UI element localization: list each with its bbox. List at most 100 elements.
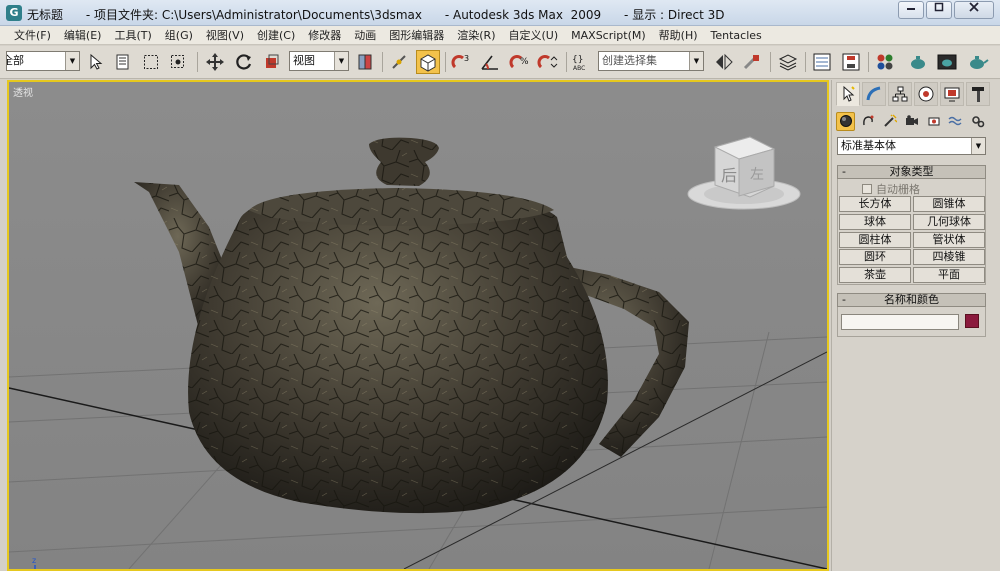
app-icon: G xyxy=(6,5,22,21)
layer-manager-button[interactable] xyxy=(776,50,800,74)
menu-tentacles[interactable]: Tentacles xyxy=(711,29,762,42)
angle-snap-icon xyxy=(481,55,498,70)
restore-button[interactable] xyxy=(926,1,952,19)
dropdown-arrow-icon: ▼ xyxy=(334,52,348,70)
command-panel: 标准基本体 ▼ - 对象类型 自动栅格 长方体 圆锥体 球体 几何球体 圆柱体 … xyxy=(831,80,1000,571)
select-and-rotate-button[interactable] xyxy=(232,50,256,74)
toolbar-separator xyxy=(382,52,383,72)
toolbar-separator xyxy=(445,52,446,72)
reference-coordinate-value: 视图 xyxy=(293,54,315,67)
menu-views[interactable]: 视图(V) xyxy=(206,27,244,43)
menu-help[interactable]: 帮助(H) xyxy=(659,27,698,43)
toolbar-separator xyxy=(770,52,771,72)
shapes-category-button[interactable] xyxy=(858,112,877,131)
tab-create[interactable] xyxy=(836,82,860,106)
light-icon xyxy=(883,114,897,127)
menu-tools[interactable]: 工具(T) xyxy=(114,27,151,43)
name-color-rollout-header[interactable]: - 名称和颜色 xyxy=(837,293,986,307)
spinner-snap-button[interactable] xyxy=(536,50,560,74)
systems-category-button[interactable] xyxy=(968,112,987,131)
material-editor-icon xyxy=(877,54,893,70)
tab-modify[interactable] xyxy=(862,82,886,106)
torus-button[interactable]: 圆环 xyxy=(839,249,911,265)
cylinder-button[interactable]: 圆柱体 xyxy=(839,232,911,248)
main-toolbar: 全部 ▼ 视图 ▼ 3 % xyxy=(0,46,1000,79)
dropdown-arrow-icon: ▼ xyxy=(971,138,985,154)
menu-graph-editors[interactable]: 图形编辑器 xyxy=(389,27,444,43)
close-button[interactable] xyxy=(954,1,994,19)
schematic-view-button[interactable] xyxy=(839,50,863,74)
rectangular-selection-button[interactable] xyxy=(139,50,163,74)
align-button[interactable] xyxy=(740,50,764,74)
viewcube-back-label: 后 xyxy=(721,166,737,185)
menu-customize[interactable]: 自定义(U) xyxy=(509,27,559,43)
select-object-button[interactable] xyxy=(84,50,108,74)
modify-bend-icon xyxy=(866,86,881,101)
sphere-button[interactable]: 球体 xyxy=(839,214,911,230)
curve-editor-button[interactable] xyxy=(810,50,834,74)
pivot-point-button[interactable] xyxy=(353,50,377,74)
select-by-name-button[interactable] xyxy=(111,50,135,74)
geometry-category-button[interactable] xyxy=(836,111,855,131)
quick-render-button[interactable] xyxy=(965,50,989,74)
curve-editor-icon xyxy=(813,53,831,71)
pyramid-button[interactable]: 四棱锥 xyxy=(913,249,985,265)
viewport-label[interactable]: 透视 xyxy=(13,84,33,99)
menu-modifiers[interactable]: 修改器 xyxy=(308,27,341,43)
create-category-row xyxy=(836,110,996,132)
menu-file[interactable]: 文件(F) xyxy=(14,27,51,43)
menu-animation[interactable]: 动画 xyxy=(354,27,376,43)
geometry-type-dropdown[interactable]: 标准基本体 ▼ xyxy=(837,137,986,155)
selection-filter-dropdown[interactable]: 全部 ▼ xyxy=(6,51,80,71)
render-setup-button[interactable] xyxy=(906,50,930,74)
rect-selection-icon xyxy=(144,55,158,69)
minimize-button[interactable] xyxy=(898,1,924,19)
select-by-name-icon xyxy=(116,54,129,70)
menu-edit[interactable]: 编辑(E) xyxy=(64,27,102,43)
mirror-button[interactable] xyxy=(712,50,736,74)
tab-motion[interactable] xyxy=(914,82,938,106)
menu-rendering[interactable]: 渲染(R) xyxy=(457,27,495,43)
rendered-frame-window-button[interactable] xyxy=(935,50,959,74)
tube-button[interactable]: 管状体 xyxy=(913,232,985,248)
select-and-scale-button[interactable] xyxy=(260,50,284,74)
tab-hierarchy[interactable] xyxy=(888,82,912,106)
select-and-link-button[interactable] xyxy=(387,50,411,74)
rotate-icon xyxy=(236,54,252,70)
menu-group[interactable]: 组(G) xyxy=(165,27,193,43)
axis-z-label: z xyxy=(32,556,36,565)
helpers-category-button[interactable] xyxy=(924,112,943,131)
snaps-toggle-button[interactable]: 3 xyxy=(450,50,474,74)
space-warps-category-button[interactable] xyxy=(946,112,965,131)
menu-create[interactable]: 创建(C) xyxy=(257,27,295,43)
autogrid-checkbox[interactable]: 自动栅格 xyxy=(862,181,920,197)
utilities-hammer-icon xyxy=(972,87,984,102)
object-name-input[interactable] xyxy=(841,314,959,330)
geosphere-button[interactable]: 几何球体 xyxy=(913,214,985,230)
tab-utilities[interactable] xyxy=(966,82,990,106)
box-button[interactable]: 长方体 xyxy=(839,196,911,212)
render-teapot-icon xyxy=(911,56,925,69)
teapot-button[interactable]: 茶壶 xyxy=(839,267,911,283)
material-editor-button[interactable] xyxy=(873,50,897,74)
cone-button[interactable]: 圆锥体 xyxy=(913,196,985,212)
layers-icon xyxy=(778,54,798,71)
menu-maxscript[interactable]: MAXScript(M) xyxy=(571,29,646,42)
restore-icon xyxy=(934,2,944,12)
window-crossing-button[interactable] xyxy=(167,50,191,74)
select-and-manipulate-button[interactable] xyxy=(416,50,440,74)
plane-button[interactable]: 平面 xyxy=(913,267,985,283)
reference-coordinate-dropdown[interactable]: 视图 ▼ xyxy=(289,51,349,71)
spinner-snap-icon xyxy=(537,55,558,69)
tab-display[interactable] xyxy=(940,82,964,106)
angle-snap-button[interactable] xyxy=(479,50,503,74)
select-and-move-button[interactable] xyxy=(203,50,227,74)
percent-snap-button[interactable]: % xyxy=(508,50,532,74)
object-color-swatch[interactable] xyxy=(965,314,979,328)
object-type-rollout-header[interactable]: - 对象类型 xyxy=(837,165,986,179)
edit-named-selection-button[interactable]: {} ABC xyxy=(570,50,594,74)
perspective-viewport[interactable]: 后 左 z 透视 xyxy=(7,80,829,571)
named-selection-set-field[interactable]: 创建选择集 ▼ xyxy=(598,51,704,71)
cameras-category-button[interactable] xyxy=(902,112,921,131)
lights-category-button[interactable] xyxy=(880,112,899,131)
